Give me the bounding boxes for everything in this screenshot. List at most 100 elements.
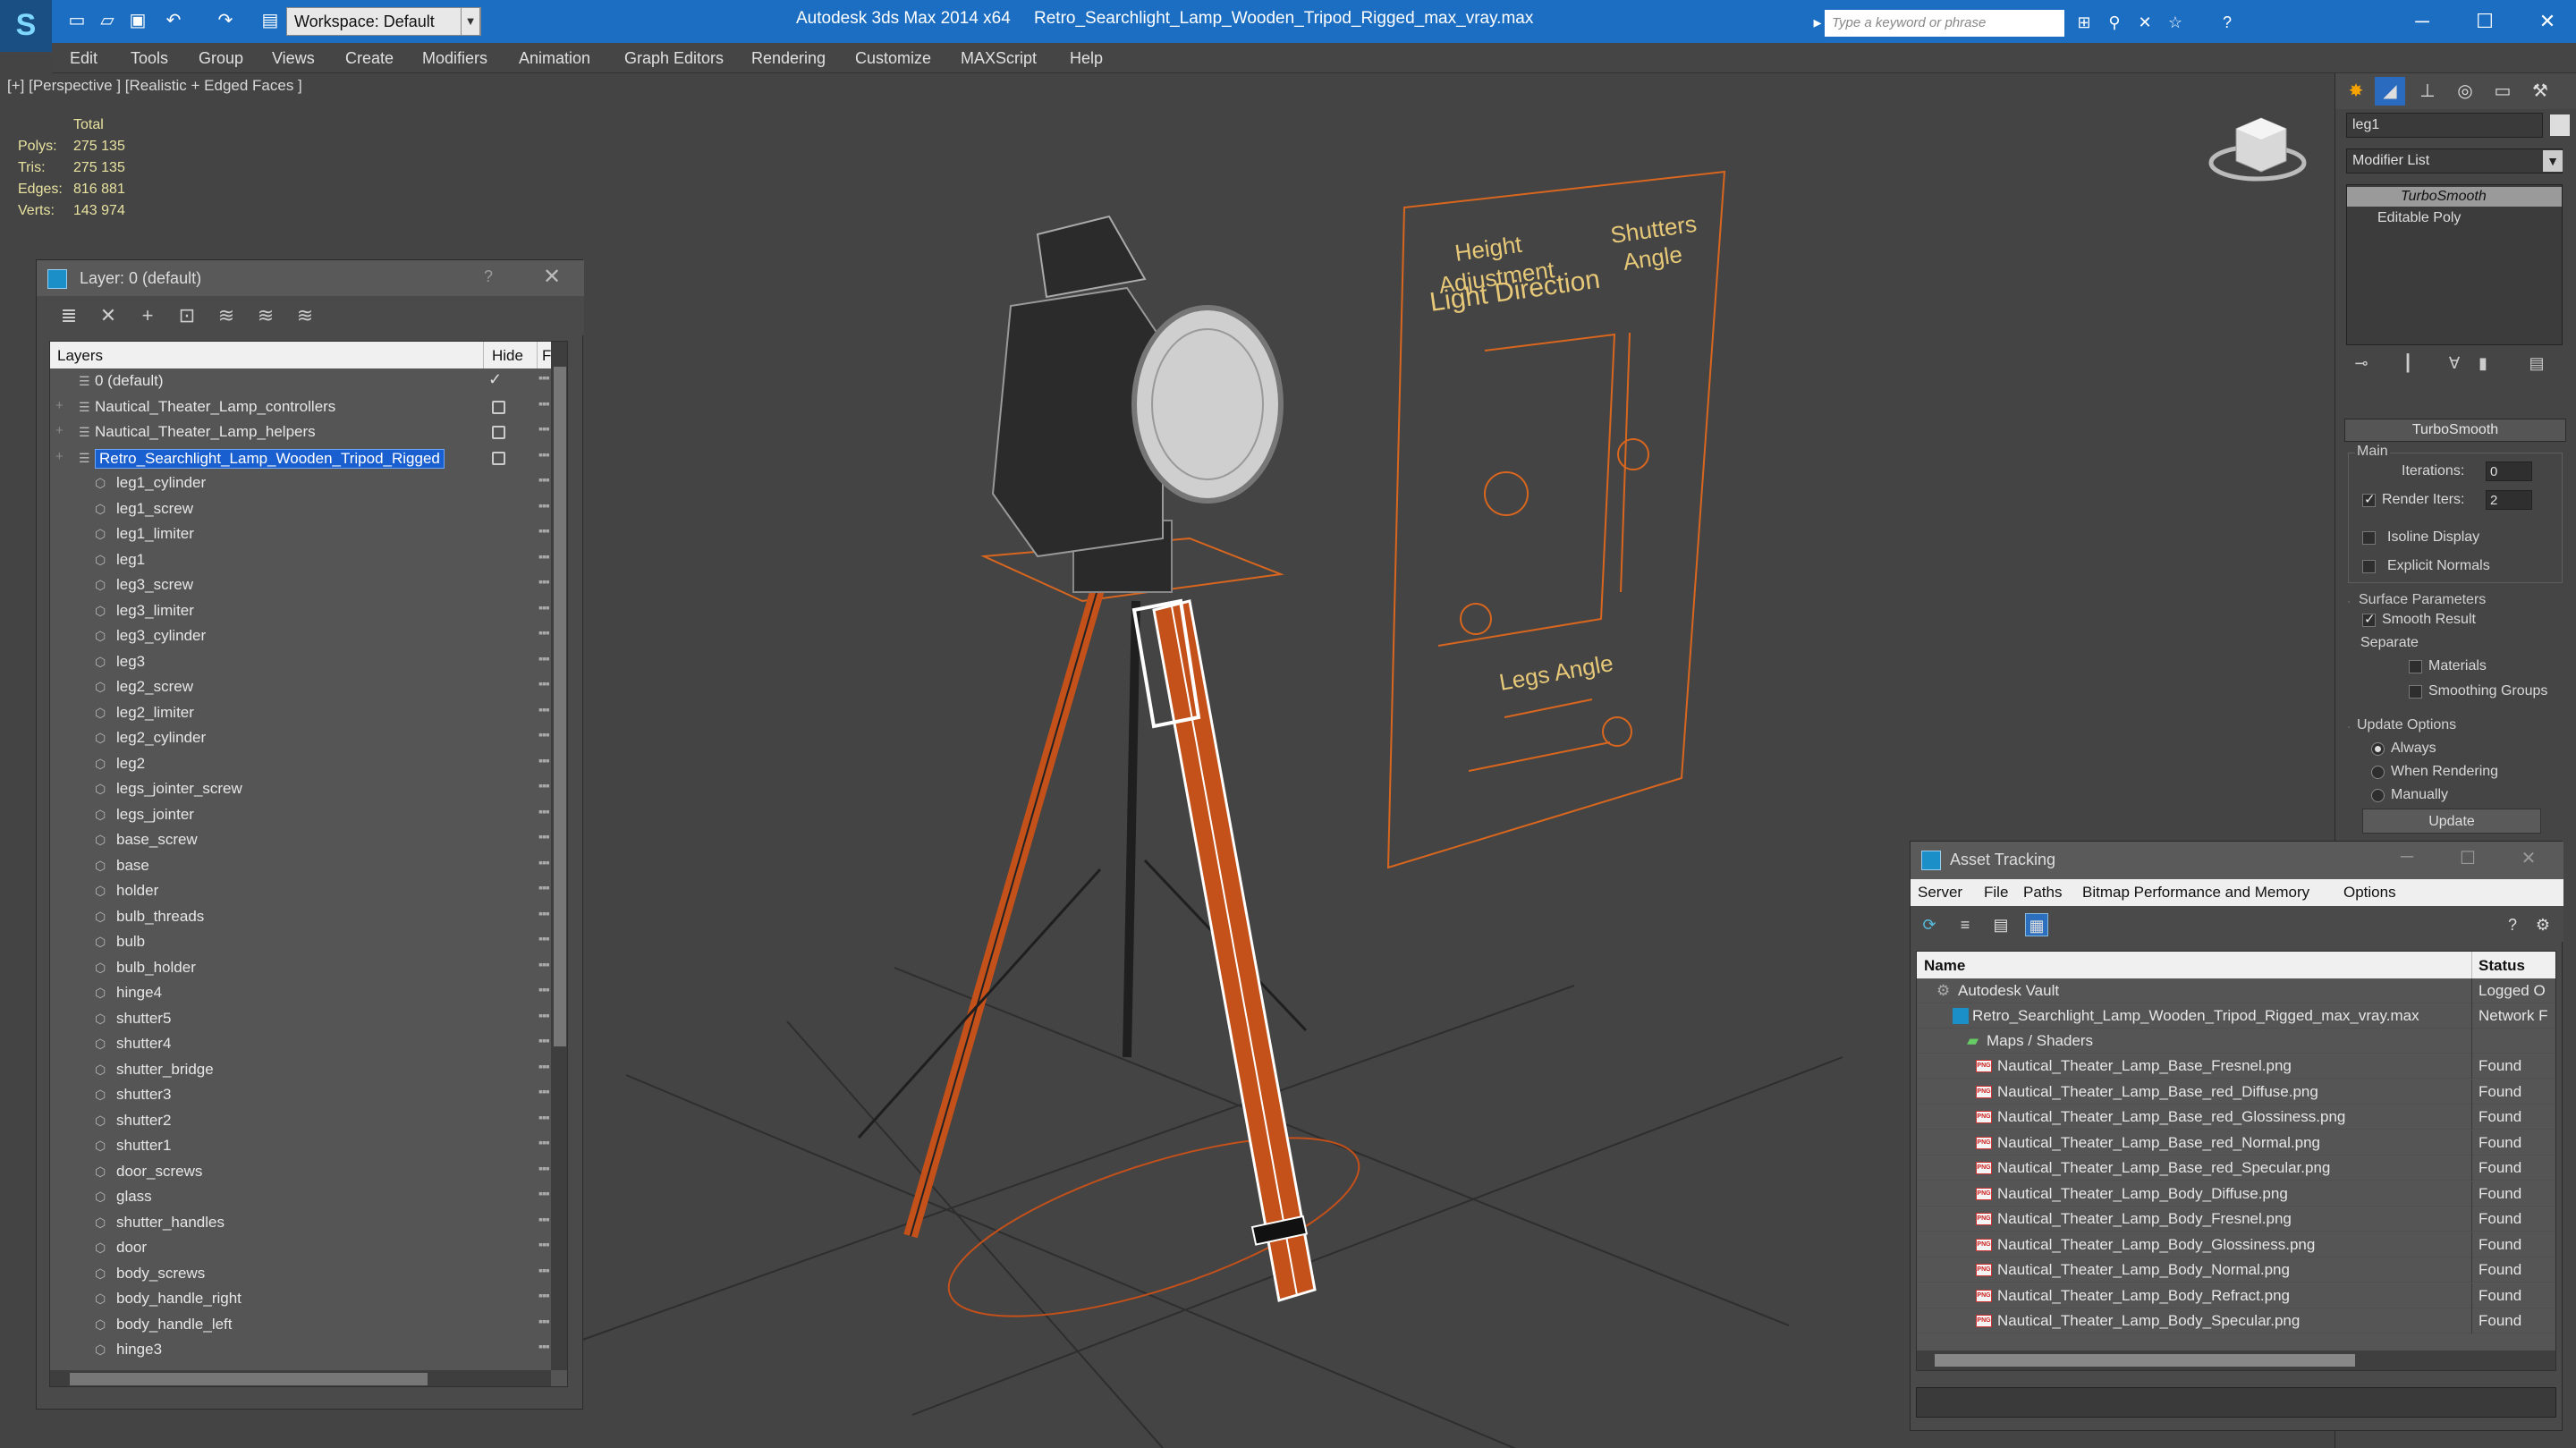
layer-object-row[interactable]: ⬡ hinge4 ▪▪▪ — [50, 980, 551, 1005]
freeze-toggle[interactable]: ▪▪▪ — [538, 778, 550, 792]
when-rendering-radio[interactable] — [2371, 766, 2385, 779]
freeze-toggle[interactable]: ▪▪▪ — [538, 421, 550, 436]
maximize-button[interactable]: ☐ — [2460, 4, 2510, 39]
select-objects-icon[interactable]: ⊡ — [174, 303, 199, 328]
freeze-toggle[interactable]: ▪▪▪ — [538, 804, 550, 818]
update-button[interactable]: Update — [2362, 809, 2541, 834]
asset-menu-server[interactable]: Server — [1918, 884, 1962, 902]
freeze-toggle[interactable]: ▪▪▪ — [538, 1110, 550, 1124]
hierarchy-tab-icon[interactable]: ⊥ — [2412, 77, 2443, 106]
project-folder-icon[interactable]: ▤ — [258, 9, 283, 32]
asset-window-titlebar[interactable]: Asset Tracking ─ ☐ ✕ — [1911, 842, 2563, 879]
stack-item-editable-poly[interactable]: Editable Poly — [2347, 208, 2562, 228]
layer-object-row[interactable]: ⬡ hinge3 ▪▪▪ — [50, 1337, 551, 1362]
help-icon[interactable]: ? — [484, 267, 493, 286]
close-icon[interactable]: ✕ — [2515, 847, 2542, 869]
subscription-icon[interactable]: ⚲ — [2102, 11, 2127, 34]
render-iters-spinner[interactable]: 2 — [2486, 490, 2532, 510]
maximize-icon[interactable]: ☐ — [2454, 847, 2481, 869]
layer-object-row[interactable]: ⬡ leg2_limiter ▪▪▪ — [50, 700, 551, 725]
minimize-button[interactable]: ─ — [2397, 4, 2447, 39]
binoculars-icon[interactable]: ⊞ — [2072, 11, 2097, 34]
layer-object-row[interactable]: ⬡ shutter3 ▪▪▪ — [50, 1082, 551, 1107]
freeze-toggle[interactable]: ▪▪▪ — [538, 855, 550, 869]
freeze-toggle[interactable]: ▪▪▪ — [538, 1314, 550, 1328]
close-icon[interactable]: ✕ — [543, 264, 561, 290]
asset-row-vault[interactable]: ⚙ Autodesk Vault Logged O — [1917, 978, 2555, 1003]
layer-horizontal-scrollbar[interactable] — [50, 1370, 551, 1386]
menu-customize[interactable]: Customize — [855, 49, 931, 68]
freeze-toggle[interactable]: ▪▪▪ — [538, 1212, 550, 1226]
asset-horizontal-scrollbar[interactable] — [1917, 1351, 2555, 1370]
highlight-layer-icon[interactable]: ≋ — [214, 303, 239, 328]
layer-object-row[interactable]: ⬡ leg1_screw ▪▪▪ — [50, 496, 551, 521]
modify-tab-icon[interactable]: ◢ — [2375, 77, 2405, 106]
layer-object-row[interactable]: ⬡ legs_jointer_screw ▪▪▪ — [50, 776, 551, 801]
layer-object-row[interactable]: ⬡ body_handle_left ▪▪▪ — [50, 1312, 551, 1337]
layer-object-row[interactable]: ⬡ door ▪▪▪ — [50, 1235, 551, 1260]
pin-stack-icon[interactable]: ⊸ — [2350, 354, 2373, 377]
favorites-star-icon[interactable]: ☆ — [2163, 11, 2188, 34]
layer-object-row[interactable]: ⬡ bulb_holder ▪▪▪ — [50, 955, 551, 980]
new-file-icon[interactable]: ▭ — [64, 9, 89, 32]
rollout-turbosmooth[interactable]: TurboSmooth — [2344, 419, 2566, 442]
freeze-toggle[interactable]: ▪▪▪ — [538, 1288, 550, 1302]
communication-icon[interactable]: ✕ — [2132, 11, 2157, 34]
freeze-toggle[interactable]: ▪▪▪ — [538, 625, 550, 639]
render-iters-checkbox[interactable] — [2362, 491, 2376, 507]
menu-tools[interactable]: Tools — [131, 49, 168, 68]
layer-object-row[interactable]: ⬡ leg2_cylinder ▪▪▪ — [50, 725, 551, 750]
asset-row-bitmap[interactable]: PNG Nautical_Theater_Lamp_Base_red_Glossi… — [1917, 1105, 2555, 1130]
freeze-toggle[interactable]: ▪▪▪ — [538, 370, 550, 385]
menu-graph-editors[interactable]: Graph Editors — [624, 49, 724, 68]
display-tab-icon[interactable]: ▭ — [2487, 77, 2518, 106]
freeze-toggle[interactable]: ▪▪▪ — [538, 1186, 550, 1200]
remove-modifier-icon[interactable]: ▮ — [2471, 354, 2495, 377]
asset-menu-file[interactable]: File — [1984, 884, 2008, 902]
expand-icon[interactable]: + — [55, 398, 64, 413]
hide-toggle[interactable] — [492, 426, 505, 439]
freeze-toggle[interactable]: ▪▪▪ — [538, 447, 550, 461]
make-unique-icon[interactable]: ∀ — [2443, 354, 2466, 377]
layer-row[interactable]: + ☰ Nautical_Theater_Lamp_helpers ▪▪▪ — [50, 419, 551, 445]
table-view-icon[interactable]: ▦ — [2025, 913, 2048, 936]
asset-menu-options[interactable]: Options — [2343, 884, 2396, 902]
layer-object-row[interactable]: ⬡ leg1_limiter ▪▪▪ — [50, 521, 551, 546]
chevron-down-icon[interactable]: ▼ — [2543, 150, 2563, 172]
create-tab-icon[interactable]: ✸ — [2341, 77, 2371, 106]
column-layers[interactable]: Layers — [57, 347, 103, 365]
asset-row-bitmap[interactable]: PNG Nautical_Theater_Lamp_Body_Fresnel.pn… — [1917, 1207, 2555, 1232]
layer-object-row[interactable]: ⬡ bulb ▪▪▪ — [50, 929, 551, 954]
undo-icon[interactable]: ↶ — [161, 9, 186, 32]
freeze-toggle[interactable]: ▪▪▪ — [538, 982, 550, 996]
layer-object-row[interactable]: ⬡ bulb_threads ▪▪▪ — [50, 904, 551, 929]
layer-object-row[interactable]: ⬡ leg3_cylinder ▪▪▪ — [50, 623, 551, 648]
layer-vertical-scrollbar[interactable] — [551, 342, 567, 1370]
redo-icon[interactable]: ↷ — [213, 9, 238, 32]
object-color-swatch[interactable] — [2550, 114, 2570, 136]
menu-help[interactable]: Help — [1070, 49, 1103, 68]
layer-object-row[interactable]: ⬡ leg3_limiter ▪▪▪ — [50, 598, 551, 623]
freeze-toggle[interactable]: ▪▪▪ — [538, 1135, 550, 1149]
layer-row[interactable]: + ☰ Nautical_Theater_Lamp_controllers ▪▪▪ — [50, 394, 551, 419]
layer-object-row[interactable]: ⬡ shutter5 ▪▪▪ — [50, 1006, 551, 1031]
layer-object-row[interactable]: ⬡ leg2_screw ▪▪▪ — [50, 674, 551, 699]
save-file-icon[interactable]: ▣ — [125, 9, 150, 32]
asset-menu-paths[interactable]: Paths — [2023, 884, 2062, 902]
menu-create[interactable]: Create — [345, 49, 394, 68]
freeze-toggle[interactable]: ▪▪▪ — [538, 1008, 550, 1022]
help-icon[interactable]: ? — [2215, 11, 2240, 34]
expand-icon[interactable]: + — [55, 423, 64, 438]
always-radio[interactable] — [2371, 742, 2385, 756]
object-name-field[interactable]: leg1 — [2346, 113, 2543, 138]
freeze-toggle[interactable]: ▪▪▪ — [538, 1339, 550, 1353]
layer-object-row[interactable]: ⬡ holder ▪▪▪ — [50, 878, 551, 903]
layer-object-row[interactable]: ⬡ leg2 ▪▪▪ — [50, 751, 551, 776]
list-view-icon[interactable]: ≡ — [1953, 913, 1977, 936]
layer-window-titlebar[interactable]: Layer: 0 (default) ? ✕ — [37, 260, 584, 296]
search-input[interactable]: Type a keyword or phrase — [1825, 10, 2064, 37]
workspace-menu-button[interactable]: ▼ — [461, 7, 480, 36]
layer-row[interactable]: ☰ 0 (default) ✓ ▪▪▪ — [50, 368, 551, 394]
freeze-toggle[interactable]: ▪▪▪ — [538, 957, 550, 971]
layer-object-row[interactable]: ⬡ shutter_bridge ▪▪▪ — [50, 1057, 551, 1082]
